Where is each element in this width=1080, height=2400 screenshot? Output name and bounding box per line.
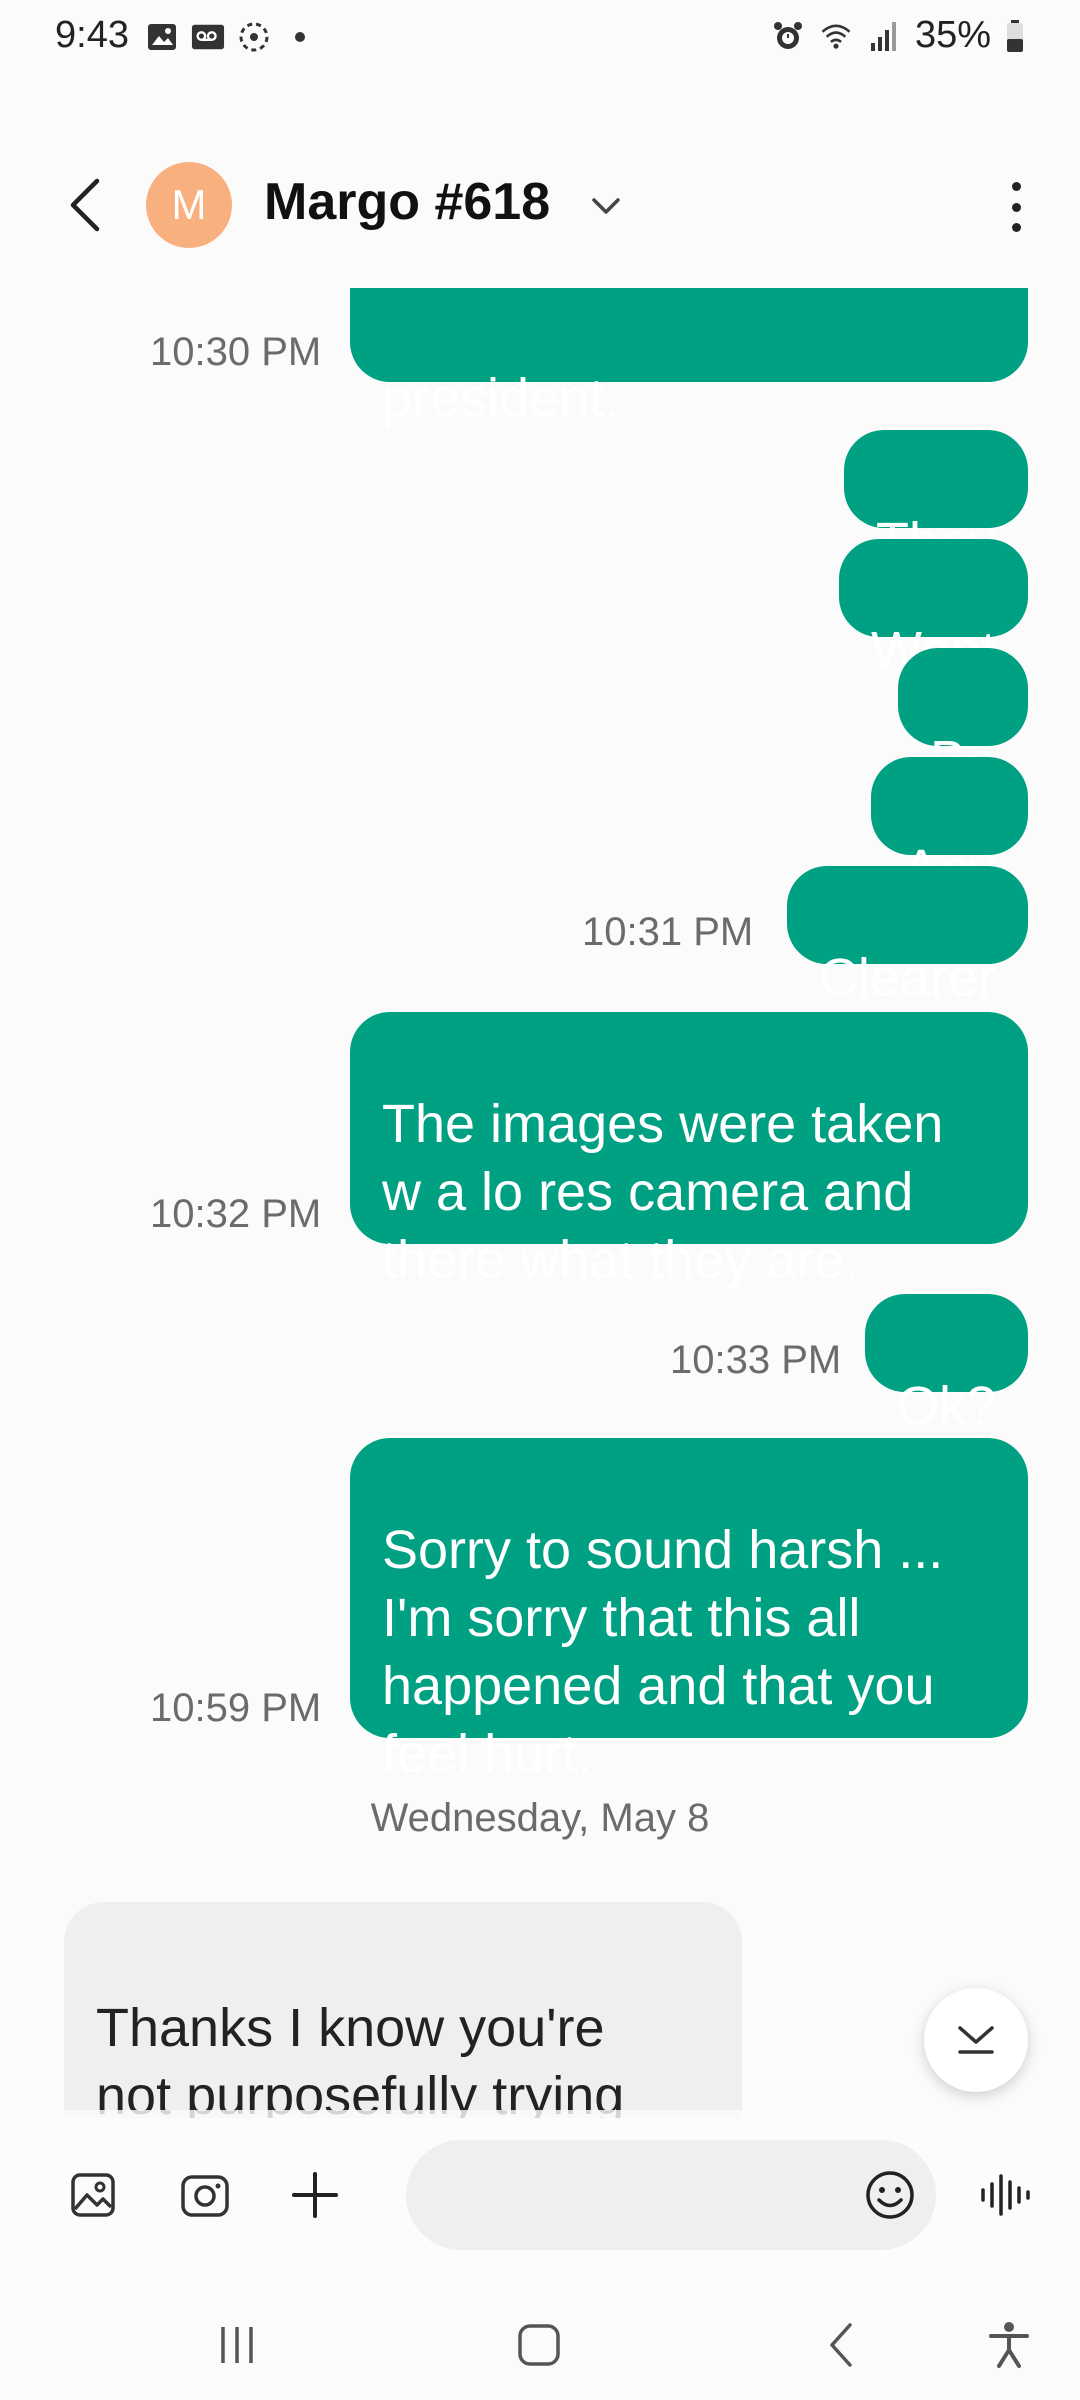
voicemail-icon (191, 20, 225, 54)
message-time: 10:59 PM (150, 1686, 322, 1730)
back-icon (830, 2323, 852, 2367)
more-dot (1011, 202, 1021, 212)
outgoing-message[interactable]: Wont (838, 539, 1028, 681)
chevron-down-icon[interactable] (588, 188, 624, 224)
battery-icon (1005, 19, 1025, 53)
more-dot (1011, 182, 1021, 191)
back-button[interactable] (55, 170, 115, 240)
camera-button[interactable] (170, 2160, 240, 2230)
camera-icon (181, 2175, 229, 2217)
message-list[interactable]: president. 10:30 PM They Wont Be Any Cle… (0, 288, 1080, 2118)
scroll-to-bottom-button[interactable] (924, 1988, 1028, 2092)
notification-icons (145, 20, 317, 54)
status-bar: 9:43 35% (0, 0, 1080, 80)
contact-avatar[interactable]: M (146, 162, 232, 248)
gallery-icon (71, 2173, 115, 2217)
outgoing-message[interactable]: They (843, 430, 1028, 572)
accessibility-button[interactable] (964, 2310, 1054, 2380)
conversation-header: M Margo #618 (0, 150, 1080, 260)
battery-percent: 35% (914, 14, 991, 56)
alarm-icon (771, 19, 805, 53)
gallery-icon (145, 20, 179, 54)
message-composer (0, 2130, 1080, 2270)
signal-icon (867, 19, 901, 53)
outgoing-message[interactable]: Be (897, 648, 1028, 790)
outgoing-message[interactable]: Ok? (864, 1294, 1028, 1436)
back-arrow-icon (70, 178, 100, 232)
more-options-button[interactable] (996, 174, 1036, 240)
outgoing-message[interactable]: president. (350, 288, 1028, 428)
recent-apps-button[interactable] (192, 2310, 282, 2380)
message-time: 10:30 PM (150, 330, 322, 374)
recent-apps-icon (221, 2327, 253, 2363)
message-time: 10:32 PM (150, 1192, 322, 1236)
home-button[interactable] (494, 2310, 584, 2380)
sync-icon (237, 20, 271, 54)
back-nav-button[interactable] (796, 2310, 886, 2380)
system-nav-bar (0, 2290, 1080, 2400)
message-time: 10:33 PM (670, 1338, 842, 1382)
plus-icon (292, 2172, 338, 2218)
wifi-icon (819, 19, 853, 53)
accessibility-icon (989, 2322, 1029, 2368)
date-separator: Wednesday, May 8 (370, 1796, 710, 1840)
emoji-icon (866, 2171, 914, 2219)
chevron-down-icon (958, 2026, 994, 2054)
incoming-message[interactable]: Thanks I know you're not purposefully tr… (64, 1902, 742, 2118)
dot-icon (283, 20, 317, 54)
outgoing-message[interactable]: Clearer (786, 866, 1028, 1008)
outgoing-message[interactable]: Sorry to sound harsh ... I'm sorry that … (350, 1438, 1028, 1784)
outgoing-message[interactable]: The images were taken w a lo res camera … (350, 1012, 1028, 1290)
status-time: 9:43 (55, 14, 129, 56)
outgoing-message[interactable]: Any (870, 757, 1028, 899)
home-icon (518, 2324, 560, 2366)
attach-image-button[interactable] (58, 2160, 128, 2230)
add-attachment-button[interactable] (280, 2160, 350, 2230)
contact-name[interactable]: Margo #618 (264, 172, 550, 232)
more-dot (1011, 223, 1021, 232)
emoji-button[interactable] (855, 2160, 925, 2230)
message-time: 10:31 PM (582, 910, 754, 954)
voice-icon (981, 2174, 1030, 2216)
voice-record-button[interactable] (970, 2160, 1040, 2230)
